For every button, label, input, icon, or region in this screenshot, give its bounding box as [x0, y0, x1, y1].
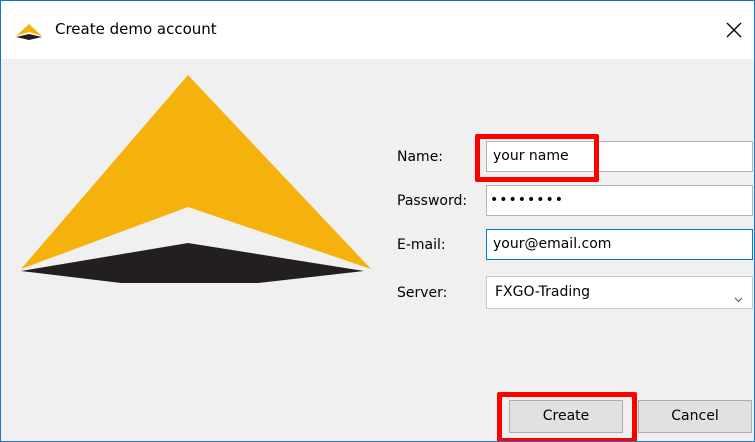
create-button[interactable]: Create	[509, 400, 623, 433]
email-label: E-mail:	[397, 237, 446, 253]
close-icon	[726, 22, 742, 38]
close-button[interactable]	[706, 1, 754, 59]
create-demo-account-dialog: Create demo account Name: your name Pass…	[0, 0, 755, 442]
window-title: Create demo account	[55, 20, 217, 38]
cancel-button[interactable]: Cancel	[638, 400, 752, 433]
server-label: Server:	[397, 285, 448, 301]
triangle-logo-icon	[15, 22, 43, 42]
brand-logo	[21, 75, 371, 283]
password-input[interactable]: ••••••••	[486, 185, 753, 216]
server-select[interactable]: FXGO-Trading	[486, 276, 753, 309]
name-label: Name:	[397, 149, 444, 165]
title-bar[interactable]: Create demo account	[1, 1, 754, 59]
email-input[interactable]: your@email.com	[486, 229, 753, 260]
chevron-down-icon	[734, 288, 743, 307]
password-label: Password:	[397, 193, 468, 209]
name-input[interactable]: your name	[486, 141, 753, 172]
